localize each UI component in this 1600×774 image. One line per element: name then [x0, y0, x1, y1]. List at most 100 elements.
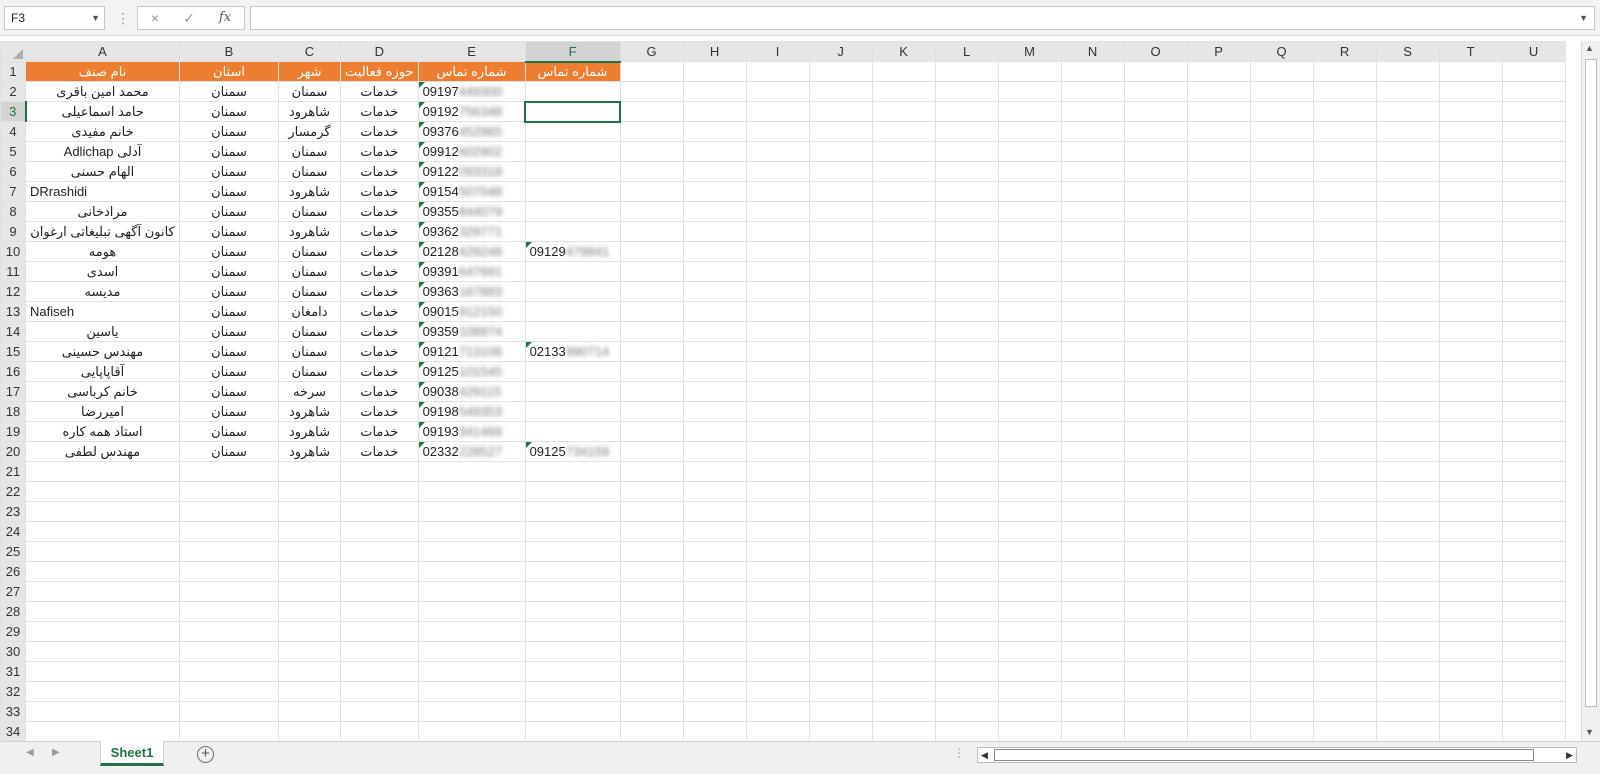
cell-l8[interactable] — [934, 201, 999, 222]
cell-i11[interactable] — [745, 261, 810, 282]
cell-c20[interactable]: شاهرود — [278, 441, 341, 462]
cell-q14[interactable] — [1249, 321, 1314, 342]
cell-j1[interactable] — [808, 61, 873, 82]
cell-n8[interactable] — [1060, 201, 1125, 222]
cell-p1[interactable] — [1186, 61, 1251, 82]
cell-l11[interactable] — [934, 261, 999, 282]
cell-h29[interactable] — [682, 621, 747, 642]
cell-j30[interactable] — [808, 641, 873, 662]
cell-r25[interactable] — [1312, 541, 1377, 562]
cell-a18[interactable]: امیررضا — [25, 401, 180, 422]
cell-d5[interactable]: خدمات — [340, 141, 419, 162]
cell-t21[interactable] — [1438, 461, 1503, 482]
cell-k32[interactable] — [871, 681, 936, 702]
cell-l7[interactable] — [934, 181, 999, 202]
cell-c22[interactable] — [278, 481, 341, 502]
cell-b26[interactable] — [179, 561, 279, 582]
cell-h22[interactable] — [682, 481, 747, 502]
cell-o34[interactable] — [1123, 721, 1188, 741]
cell-g26[interactable] — [619, 561, 684, 582]
add-sheet-icon[interactable]: + — [197, 746, 214, 763]
cell-f9[interactable] — [524, 221, 621, 242]
cell-d26[interactable] — [340, 561, 419, 582]
cell-c25[interactable] — [278, 541, 341, 562]
cell-l29[interactable] — [934, 621, 999, 642]
insert-function-icon[interactable]: fx — [210, 7, 240, 29]
cell-g16[interactable] — [619, 361, 684, 382]
cell-b5[interactable]: سمنان — [179, 141, 279, 162]
cell-g22[interactable] — [619, 481, 684, 502]
cell-c3[interactable]: شاهرود — [278, 101, 341, 122]
cell-f30[interactable] — [524, 641, 621, 662]
cell-n29[interactable] — [1060, 621, 1125, 642]
cell-q33[interactable] — [1249, 701, 1314, 722]
cell-k8[interactable] — [871, 201, 936, 222]
cell-s7[interactable] — [1375, 181, 1440, 202]
cell-b14[interactable]: سمنان — [179, 321, 279, 342]
cell-q29[interactable] — [1249, 621, 1314, 642]
cell-l19[interactable] — [934, 421, 999, 442]
cell-a23[interactable] — [25, 501, 180, 522]
cell-m15[interactable] — [997, 341, 1062, 362]
cell-c1[interactable]: شهر — [278, 61, 341, 82]
cell-l13[interactable] — [934, 301, 999, 322]
cell-j9[interactable] — [808, 221, 873, 242]
select-all-corner[interactable] — [0, 41, 26, 62]
cell-e29[interactable] — [417, 621, 526, 642]
cell-t15[interactable] — [1438, 341, 1503, 362]
cell-h20[interactable] — [682, 441, 747, 462]
cell-h28[interactable] — [682, 601, 747, 622]
cell-a21[interactable] — [25, 461, 180, 482]
cell-r19[interactable] — [1312, 421, 1377, 442]
cell-d21[interactable] — [340, 461, 419, 482]
cell-p17[interactable] — [1186, 381, 1251, 402]
cell-b9[interactable]: سمنان — [179, 221, 279, 242]
cell-f7[interactable] — [524, 181, 621, 202]
cell-m13[interactable] — [997, 301, 1062, 322]
cell-n30[interactable] — [1060, 641, 1125, 662]
cell-i31[interactable] — [745, 661, 810, 682]
cell-t17[interactable] — [1438, 381, 1503, 402]
cell-k15[interactable] — [871, 341, 936, 362]
cell-b18[interactable]: سمنان — [179, 401, 279, 422]
cell-u16[interactable] — [1501, 361, 1566, 382]
cell-i18[interactable] — [745, 401, 810, 422]
cell-h26[interactable] — [682, 561, 747, 582]
cell-r7[interactable] — [1312, 181, 1377, 202]
cell-p14[interactable] — [1186, 321, 1251, 342]
cell-b17[interactable]: سمنان — [179, 381, 279, 402]
cell-g9[interactable] — [619, 221, 684, 242]
cell-c7[interactable]: شاهرود — [278, 181, 341, 202]
column-header-g[interactable]: G — [619, 41, 684, 62]
cell-n28[interactable] — [1060, 601, 1125, 622]
cell-f34[interactable] — [524, 721, 621, 741]
cell-d25[interactable] — [340, 541, 419, 562]
cell-p25[interactable] — [1186, 541, 1251, 562]
cell-m8[interactable] — [997, 201, 1062, 222]
cell-m25[interactable] — [997, 541, 1062, 562]
cell-o21[interactable] — [1123, 461, 1188, 482]
cell-o2[interactable] — [1123, 81, 1188, 102]
cell-d20[interactable]: خدمات — [340, 441, 419, 462]
cell-f14[interactable] — [524, 321, 621, 342]
cell-a8[interactable]: مرادخانی — [25, 201, 180, 222]
cell-b2[interactable]: سمنان — [179, 81, 279, 102]
cell-s1[interactable] — [1375, 61, 1440, 82]
cell-r9[interactable] — [1312, 221, 1377, 242]
cell-e12[interactable]: 09363167883 — [417, 281, 526, 302]
cell-b12[interactable]: سمنان — [179, 281, 279, 302]
cell-h33[interactable] — [682, 701, 747, 722]
cell-s13[interactable] — [1375, 301, 1440, 322]
cell-a13[interactable]: Nafiseh — [25, 301, 180, 322]
cell-t19[interactable] — [1438, 421, 1503, 442]
row-header[interactable]: 23 — [0, 501, 26, 522]
cell-u11[interactable] — [1501, 261, 1566, 282]
cell-u4[interactable] — [1501, 121, 1566, 142]
cell-u26[interactable] — [1501, 561, 1566, 582]
cell-n33[interactable] — [1060, 701, 1125, 722]
cell-o9[interactable] — [1123, 221, 1188, 242]
cell-t24[interactable] — [1438, 521, 1503, 542]
cell-q24[interactable] — [1249, 521, 1314, 542]
cell-e20[interactable]: 02332228527 — [417, 441, 526, 462]
cell-r24[interactable] — [1312, 521, 1377, 542]
